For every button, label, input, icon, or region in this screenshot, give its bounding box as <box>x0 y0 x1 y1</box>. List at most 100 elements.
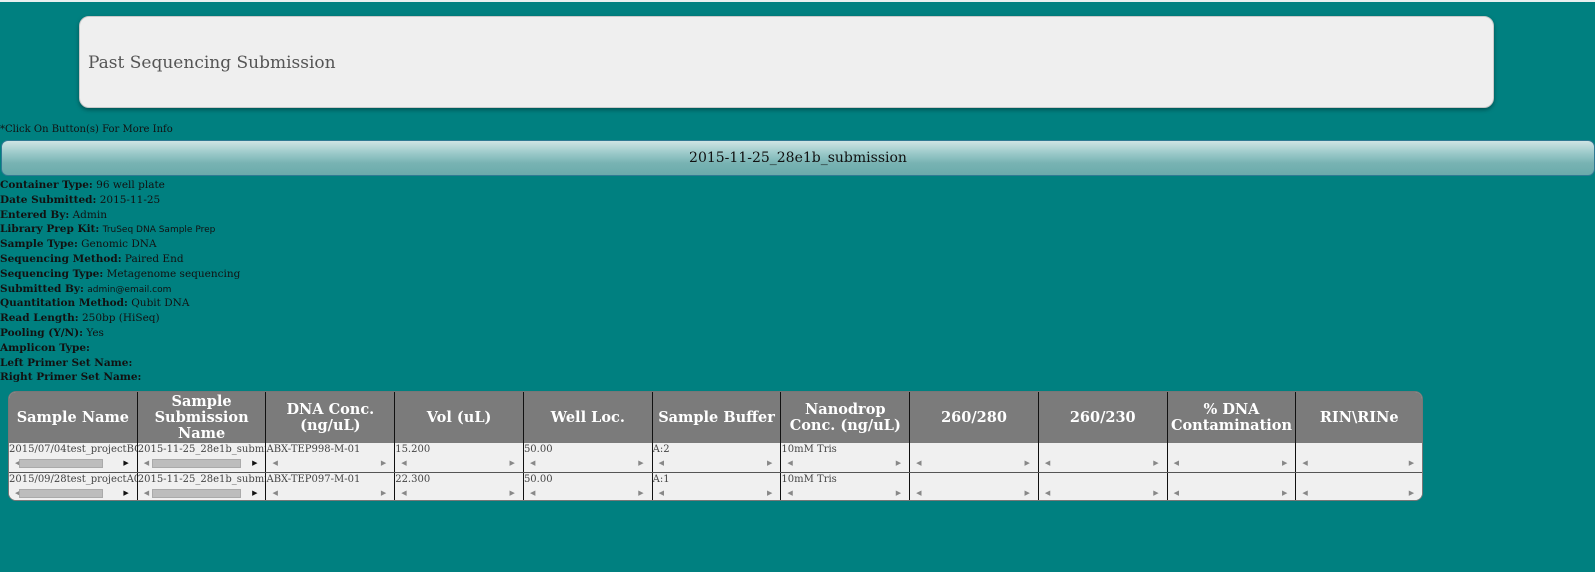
scroll-right-icon[interactable]: ▶ <box>381 458 386 468</box>
scroll-left-icon[interactable]: ◀ <box>916 488 921 498</box>
column-header: RIN\RINe <box>1319 408 1399 426</box>
cell-scrollbar[interactable]: ◀ ▶ <box>1043 488 1161 498</box>
hint-text: *Click On Button(s) For More Info <box>0 124 173 135</box>
scroll-thumb[interactable] <box>19 459 103 468</box>
scroll-left-icon[interactable]: ◀ <box>144 458 149 468</box>
scroll-right-icon[interactable]: ▶ <box>381 488 386 498</box>
scroll-right-icon[interactable]: ▶ <box>510 458 515 468</box>
cell-scrollbar[interactable]: ◀ ▶ <box>657 458 775 468</box>
cell-scrollbar[interactable]: ◀ ▶ <box>142 458 260 468</box>
cell-value: 2015-11-25_28e1b_submission <box>137 474 266 485</box>
table-row: 2015/07/04test_projectBC ◀ ▶ 2015-11-25_28e… <box>9 443 1422 473</box>
cell-scrollbar[interactable]: ◀ ▶ <box>914 458 1032 468</box>
scroll-right-icon[interactable]: ▶ <box>638 488 643 498</box>
scroll-left-icon[interactable]: ◀ <box>659 488 664 498</box>
table-cell: ◀ ▶ <box>1168 473 1297 500</box>
scroll-right-icon[interactable]: ▶ <box>123 488 128 498</box>
submission-button[interactable]: 2015-11-25_28e1b_submission <box>1 140 1595 176</box>
scroll-left-icon[interactable]: ◀ <box>1045 488 1050 498</box>
scroll-right-icon[interactable]: ▶ <box>896 488 901 498</box>
cell-scrollbar[interactable]: ◀ ▶ <box>785 458 903 468</box>
column-header: 260/280 <box>910 392 1039 443</box>
scroll-left-icon[interactable]: ◀ <box>1302 458 1307 468</box>
detail-left-primer: Left Primer Set Name: <box>0 356 133 369</box>
scroll-right-icon[interactable]: ▶ <box>123 458 128 468</box>
cell-scrollbar[interactable]: ◀ ▶ <box>1172 458 1290 468</box>
cell-scrollbar[interactable]: ◀ ▶ <box>528 488 646 498</box>
table-header: Sample Name Sample Submission Name DNA C… <box>9 392 1422 443</box>
table-cell: 50.00 ◀ ▶ <box>524 443 653 472</box>
scroll-right-icon[interactable]: ▶ <box>1024 488 1029 498</box>
header-panel: Past Sequencing Submission <box>79 16 1494 108</box>
cell-scrollbar[interactable]: ◀ ▶ <box>1300 458 1416 468</box>
scroll-right-icon[interactable]: ▶ <box>1409 488 1414 498</box>
cell-scrollbar[interactable]: ◀ ▶ <box>270 488 388 498</box>
scroll-right-icon[interactable]: ▶ <box>1153 488 1158 498</box>
scroll-right-icon[interactable]: ▶ <box>767 458 772 468</box>
detail-read-length: Read Length: 250bp (HiSeq) <box>0 312 160 325</box>
cell-scrollbar[interactable]: ◀ ▶ <box>270 458 388 468</box>
scroll-right-icon[interactable]: ▶ <box>638 458 643 468</box>
cell-value: 2015/07/04test_projectBC <box>9 444 137 455</box>
scroll-right-icon[interactable]: ▶ <box>1282 458 1287 468</box>
scroll-right-icon[interactable]: ▶ <box>252 488 257 498</box>
scroll-left-icon[interactable]: ◀ <box>144 488 149 498</box>
column-header: Well Loc. <box>524 392 653 443</box>
scroll-left-icon[interactable]: ◀ <box>916 458 921 468</box>
scroll-left-icon[interactable]: ◀ <box>530 458 535 468</box>
scroll-left-icon[interactable]: ◀ <box>787 488 792 498</box>
column-header: 260/230 <box>1039 392 1168 443</box>
scroll-left-icon[interactable]: ◀ <box>401 488 406 498</box>
scroll-left-icon[interactable]: ◀ <box>530 488 535 498</box>
cell-value: 10mM Tris <box>781 474 837 485</box>
table-cell: ABX-TEP998-M-01 ◀ ▶ <box>266 443 396 472</box>
scroll-right-icon[interactable]: ▶ <box>252 458 257 468</box>
cell-scrollbar[interactable]: ◀ ▶ <box>399 488 517 498</box>
scroll-left-icon[interactable]: ◀ <box>659 458 664 468</box>
cell-scrollbar[interactable]: ◀ ▶ <box>13 488 131 498</box>
cell-scrollbar[interactable]: ◀ ▶ <box>914 488 1032 498</box>
detail-sequencing-type: Sequencing Type: Metagenome sequencing <box>0 267 241 280</box>
cell-value: 50.00 <box>523 444 553 455</box>
table-cell: ◀ ▶ <box>1039 443 1168 472</box>
cell-scrollbar[interactable]: ◀ ▶ <box>1172 488 1290 498</box>
table-cell: 10mM Tris ◀ ▶ <box>781 473 911 500</box>
scroll-left-icon[interactable]: ◀ <box>1302 488 1307 498</box>
table-cell: ◀ ▶ <box>1039 473 1168 500</box>
scroll-left-icon[interactable]: ◀ <box>1045 458 1050 468</box>
scroll-thumb[interactable] <box>151 489 241 498</box>
scroll-left-icon[interactable]: ◀ <box>787 458 792 468</box>
scroll-right-icon[interactable]: ▶ <box>1024 458 1029 468</box>
scroll-thumb[interactable] <box>151 459 241 468</box>
scroll-left-icon[interactable]: ◀ <box>272 458 277 468</box>
scroll-thumb[interactable] <box>19 489 103 498</box>
cell-scrollbar[interactable]: ◀ ▶ <box>13 458 131 468</box>
scroll-right-icon[interactable]: ▶ <box>1409 458 1414 468</box>
table-cell: 2015-11-25_28e1b_submission◀▶ <box>138 443 267 472</box>
detail-date-submitted: Date Submitted: 2015-11-25 <box>0 193 161 206</box>
table-cell: 10mM Tris ◀ ▶ <box>781 443 911 472</box>
cell-scrollbar[interactable]: ◀ ▶ <box>399 458 517 468</box>
scroll-left-icon[interactable]: ◀ <box>272 488 277 498</box>
scroll-right-icon[interactable]: ▶ <box>896 458 901 468</box>
cell-scrollbar[interactable]: ◀ ▶ <box>1043 458 1161 468</box>
column-header: Sample Name <box>9 392 138 443</box>
scroll-right-icon[interactable]: ▶ <box>767 488 772 498</box>
scroll-left-icon[interactable]: ◀ <box>1174 488 1179 498</box>
cell-value: 10mM Tris <box>781 444 837 455</box>
detail-right-primer: Right Primer Set Name: <box>0 371 142 384</box>
cell-scrollbar[interactable]: ◀ ▶ <box>785 488 903 498</box>
cell-scrollbar[interactable]: ◀ ▶ <box>657 488 775 498</box>
scroll-right-icon[interactable]: ▶ <box>510 488 515 498</box>
scroll-right-icon[interactable]: ▶ <box>1282 488 1287 498</box>
table-cell: ◀ ▶ <box>910 473 1039 500</box>
scroll-left-icon[interactable]: ◀ <box>401 458 406 468</box>
detail-amplicon-type: Amplicon Type: <box>0 341 90 354</box>
cell-scrollbar[interactable]: ◀ ▶ <box>1300 488 1416 498</box>
scroll-right-icon[interactable]: ▶ <box>1153 458 1158 468</box>
cell-value: ABX-TEP998-M-01 <box>266 444 361 455</box>
scroll-left-icon[interactable]: ◀ <box>1174 458 1179 468</box>
cell-scrollbar[interactable]: ◀ ▶ <box>142 488 260 498</box>
cell-scrollbar[interactable]: ◀ ▶ <box>528 458 646 468</box>
cell-value: A:1 <box>652 474 670 485</box>
